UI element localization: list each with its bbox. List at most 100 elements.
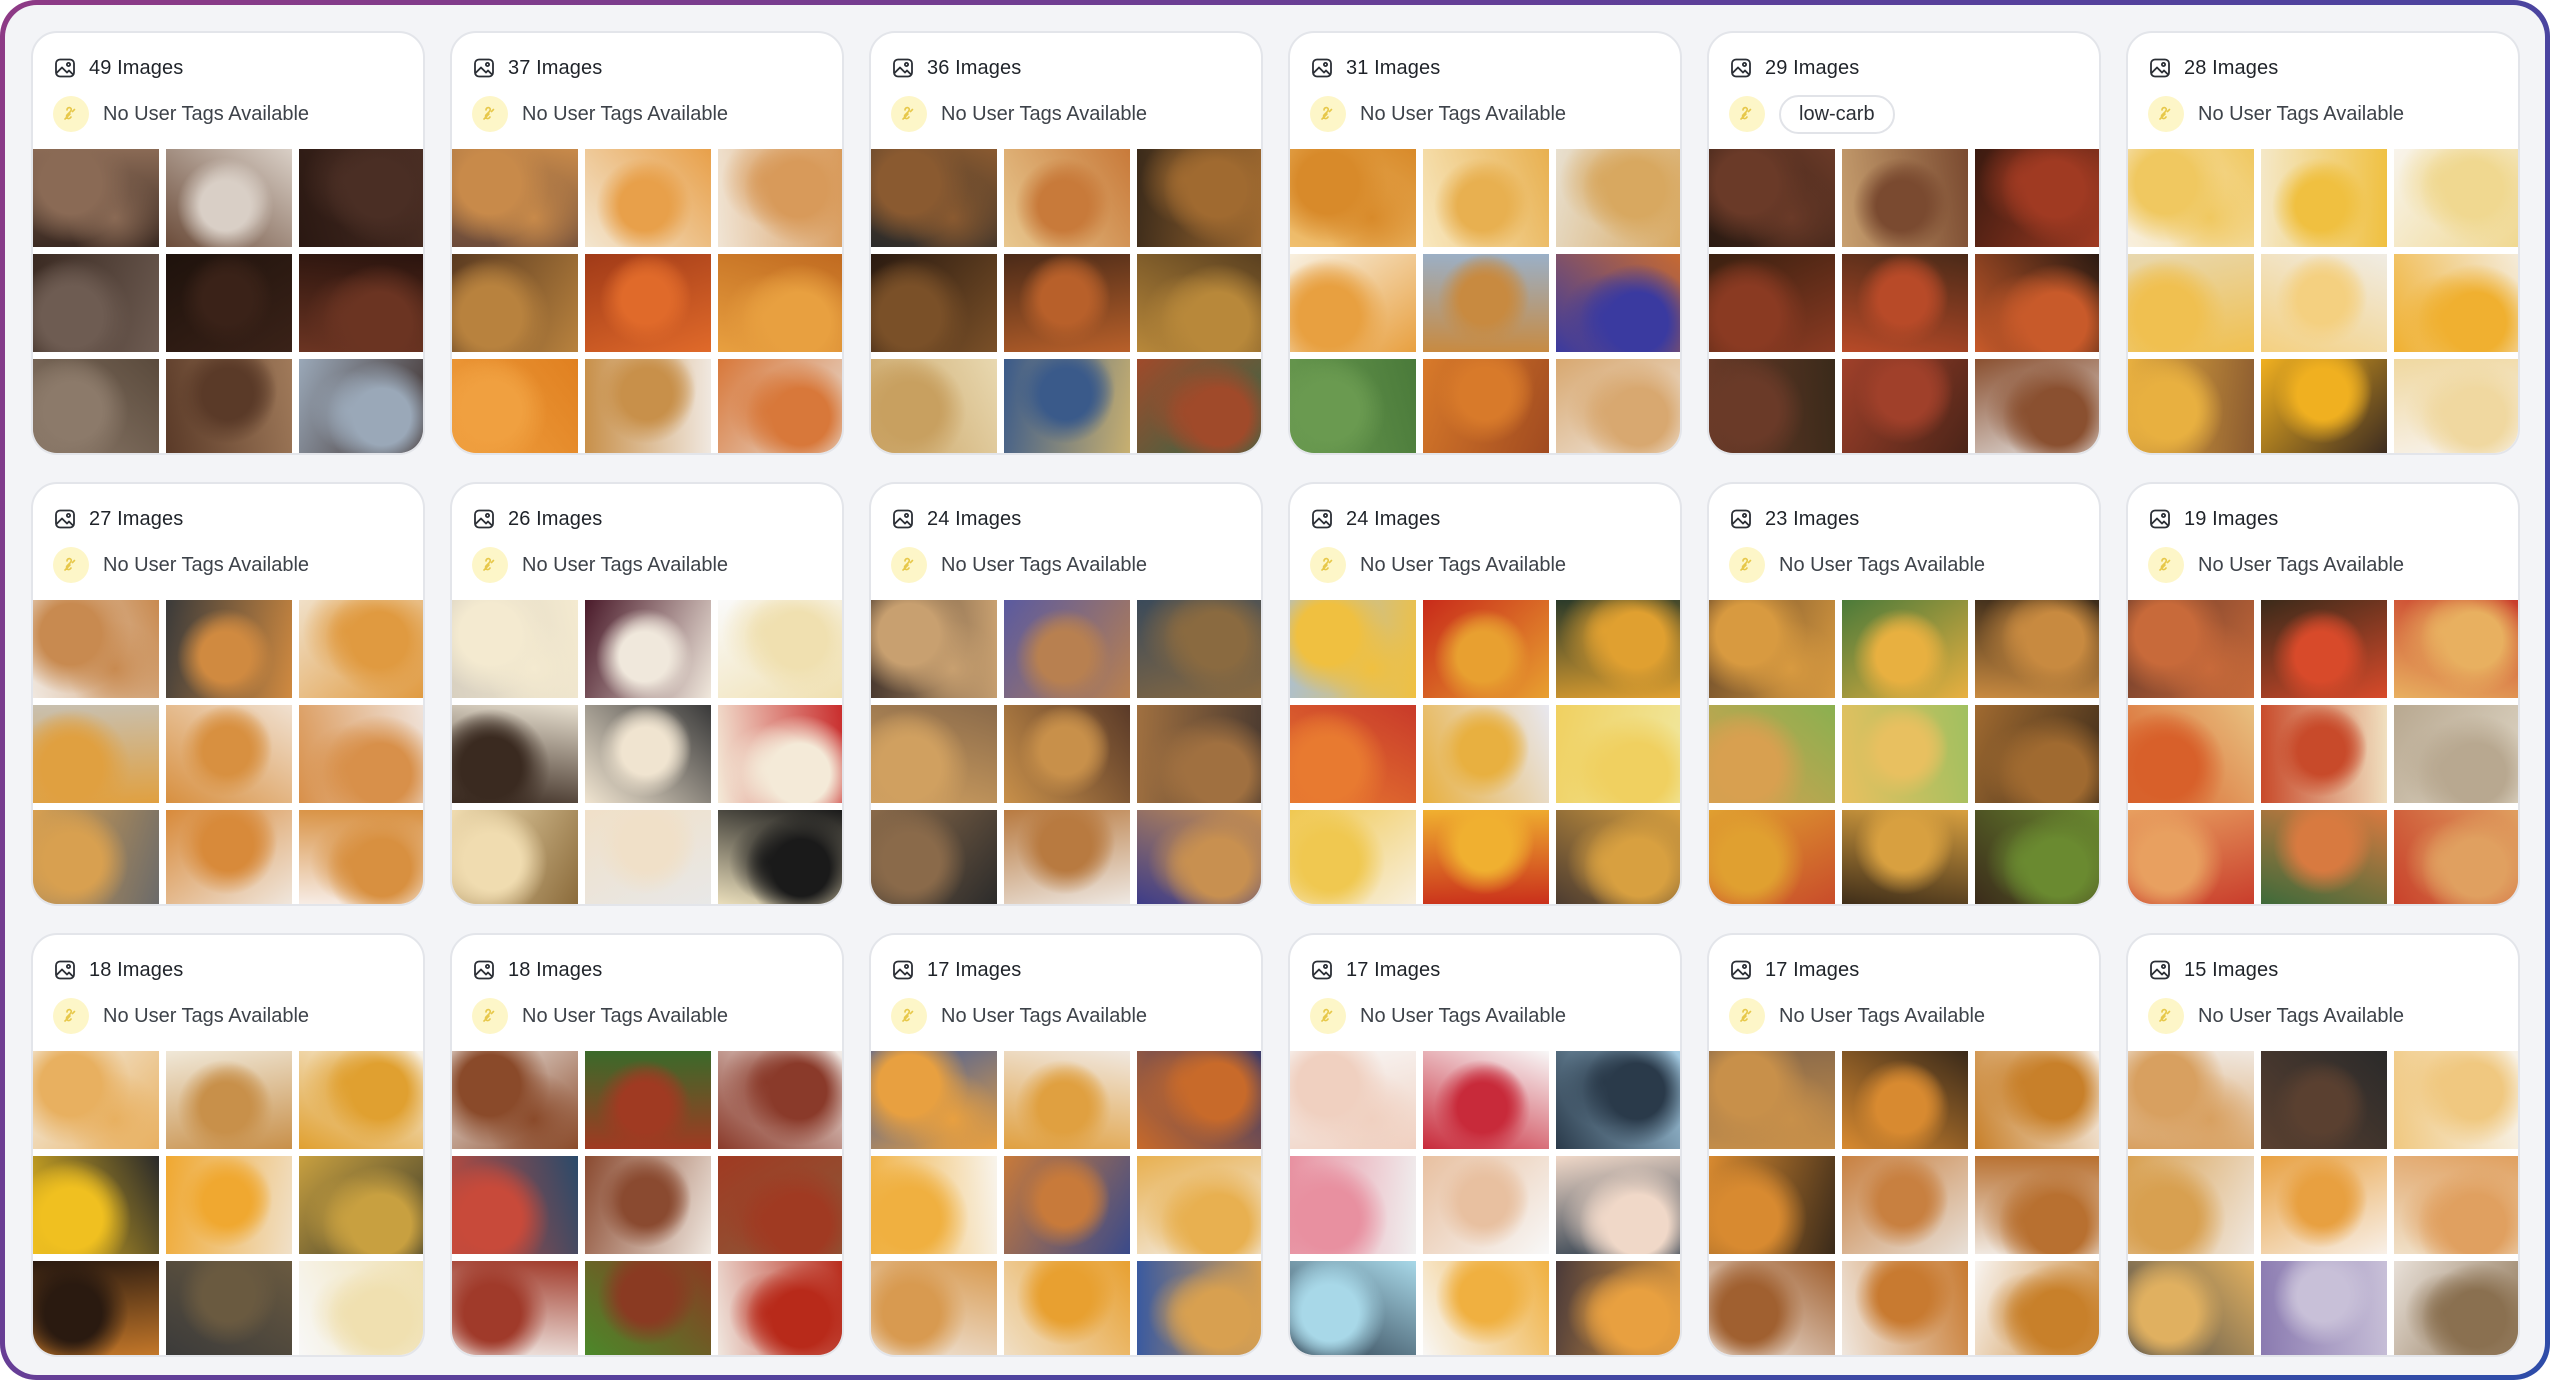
- thumbnail-image[interactable]: [2394, 1261, 2518, 1355]
- thumbnail-image[interactable]: [1842, 1261, 1968, 1355]
- thumbnail-image[interactable]: [1290, 1156, 1416, 1254]
- thumbnail-image[interactable]: [871, 705, 997, 803]
- thumbnail-image[interactable]: [1842, 1156, 1968, 1254]
- image-group-card[interactable]: 24 Images No User Tags Available: [1288, 482, 1682, 906]
- thumbnail-image[interactable]: [1709, 810, 1835, 904]
- thumbnail-image[interactable]: [452, 810, 578, 904]
- image-group-card[interactable]: 17 Images No User Tags Available: [869, 933, 1263, 1357]
- thumbnail-image[interactable]: [718, 1261, 842, 1355]
- thumbnail-image[interactable]: [1004, 705, 1130, 803]
- thumbnail-image[interactable]: [33, 149, 159, 247]
- thumbnail-image[interactable]: [166, 810, 292, 904]
- thumbnail-image[interactable]: [452, 359, 578, 453]
- thumbnail-image[interactable]: [2394, 254, 2518, 352]
- thumbnail-image[interactable]: [299, 149, 423, 247]
- thumbnail-image[interactable]: [33, 810, 159, 904]
- thumbnail-image[interactable]: [1290, 600, 1416, 698]
- image-group-card[interactable]: 24 Images No User Tags Available: [869, 482, 1263, 906]
- thumbnail-image[interactable]: [166, 359, 292, 453]
- thumbnail-image[interactable]: [299, 1261, 423, 1355]
- thumbnail-image[interactable]: [718, 359, 842, 453]
- image-group-card[interactable]: 17 Images No User Tags Available: [1707, 933, 2101, 1357]
- thumbnail-image[interactable]: [585, 810, 711, 904]
- thumbnail-image[interactable]: [452, 1051, 578, 1149]
- thumbnail-image[interactable]: [1004, 254, 1130, 352]
- thumbnail-image[interactable]: [585, 1051, 711, 1149]
- image-group-card[interactable]: 26 Images No User Tags Available: [450, 482, 844, 906]
- thumbnail-image[interactable]: [166, 149, 292, 247]
- thumbnail-image[interactable]: [1842, 359, 1968, 453]
- thumbnail-image[interactable]: [1709, 600, 1835, 698]
- thumbnail-image[interactable]: [585, 254, 711, 352]
- image-group-card[interactable]: 36 Images No User Tags Available: [869, 31, 1263, 455]
- thumbnail-image[interactable]: [1004, 1261, 1130, 1355]
- thumbnail-image[interactable]: [166, 1051, 292, 1149]
- thumbnail-image[interactable]: [1137, 1261, 1261, 1355]
- thumbnail-image[interactable]: [166, 600, 292, 698]
- thumbnail-image[interactable]: [1842, 1051, 1968, 1149]
- image-group-card[interactable]: 18 Images No User Tags Available: [31, 933, 425, 1357]
- image-group-card[interactable]: 23 Images No User Tags Available: [1707, 482, 2101, 906]
- thumbnail-image[interactable]: [33, 705, 159, 803]
- thumbnail-image[interactable]: [1842, 254, 1968, 352]
- thumbnail-image[interactable]: [2261, 1051, 2387, 1149]
- image-group-card[interactable]: 18 Images No User Tags Available: [450, 933, 844, 1357]
- thumbnail-image[interactable]: [166, 1261, 292, 1355]
- thumbnail-image[interactable]: [1709, 254, 1835, 352]
- thumbnail-image[interactable]: [1423, 600, 1549, 698]
- thumbnail-image[interactable]: [585, 1261, 711, 1355]
- thumbnail-image[interactable]: [1423, 705, 1549, 803]
- thumbnail-image[interactable]: [1975, 1156, 2099, 1254]
- thumbnail-image[interactable]: [718, 1156, 842, 1254]
- thumbnail-image[interactable]: [1975, 810, 2099, 904]
- thumbnail-image[interactable]: [1137, 810, 1261, 904]
- thumbnail-image[interactable]: [2128, 1051, 2254, 1149]
- image-group-card[interactable]: 49 Images No User Tags Available: [31, 31, 425, 455]
- image-group-card[interactable]: 29 Images low-carb: [1707, 31, 2101, 455]
- thumbnail-image[interactable]: [1423, 810, 1549, 904]
- thumbnail-image[interactable]: [585, 705, 711, 803]
- thumbnail-image[interactable]: [1137, 1156, 1261, 1254]
- thumbnail-image[interactable]: [1556, 1156, 1680, 1254]
- thumbnail-image[interactable]: [2128, 600, 2254, 698]
- thumbnail-image[interactable]: [1290, 149, 1416, 247]
- thumbnail-image[interactable]: [871, 810, 997, 904]
- thumbnail-image[interactable]: [1137, 149, 1261, 247]
- thumbnail-image[interactable]: [1709, 705, 1835, 803]
- thumbnail-image[interactable]: [1137, 254, 1261, 352]
- thumbnail-image[interactable]: [871, 254, 997, 352]
- thumbnail-image[interactable]: [1556, 254, 1680, 352]
- thumbnail-image[interactable]: [2128, 1156, 2254, 1254]
- thumbnail-image[interactable]: [1556, 149, 1680, 247]
- thumbnail-image[interactable]: [2394, 705, 2518, 803]
- thumbnail-image[interactable]: [452, 705, 578, 803]
- thumbnail-image[interactable]: [718, 254, 842, 352]
- image-group-card[interactable]: 19 Images No User Tags Available: [2126, 482, 2520, 906]
- thumbnail-image[interactable]: [33, 254, 159, 352]
- thumbnail-image[interactable]: [166, 1156, 292, 1254]
- thumbnail-image[interactable]: [452, 254, 578, 352]
- thumbnail-image[interactable]: [2394, 1156, 2518, 1254]
- thumbnail-image[interactable]: [1137, 359, 1261, 453]
- image-group-card[interactable]: 15 Images No User Tags Available: [2126, 933, 2520, 1357]
- thumbnail-image[interactable]: [1423, 1156, 1549, 1254]
- thumbnail-image[interactable]: [299, 810, 423, 904]
- thumbnail-image[interactable]: [718, 600, 842, 698]
- thumbnail-image[interactable]: [871, 149, 997, 247]
- thumbnail-image[interactable]: [1004, 1156, 1130, 1254]
- image-group-card[interactable]: 17 Images No User Tags Available: [1288, 933, 1682, 1357]
- user-tag-pill[interactable]: low-carb: [1779, 94, 1895, 134]
- thumbnail-image[interactable]: [1556, 1261, 1680, 1355]
- thumbnail-image[interactable]: [1709, 359, 1835, 453]
- image-group-card[interactable]: 27 Images No User Tags Available: [31, 482, 425, 906]
- thumbnail-image[interactable]: [299, 1051, 423, 1149]
- thumbnail-image[interactable]: [1556, 359, 1680, 453]
- thumbnail-image[interactable]: [1842, 600, 1968, 698]
- thumbnail-image[interactable]: [1709, 149, 1835, 247]
- thumbnail-image[interactable]: [871, 1156, 997, 1254]
- thumbnail-image[interactable]: [33, 1156, 159, 1254]
- thumbnail-image[interactable]: [1004, 359, 1130, 453]
- thumbnail-image[interactable]: [1423, 1261, 1549, 1355]
- thumbnail-image[interactable]: [1709, 1156, 1835, 1254]
- thumbnail-image[interactable]: [299, 600, 423, 698]
